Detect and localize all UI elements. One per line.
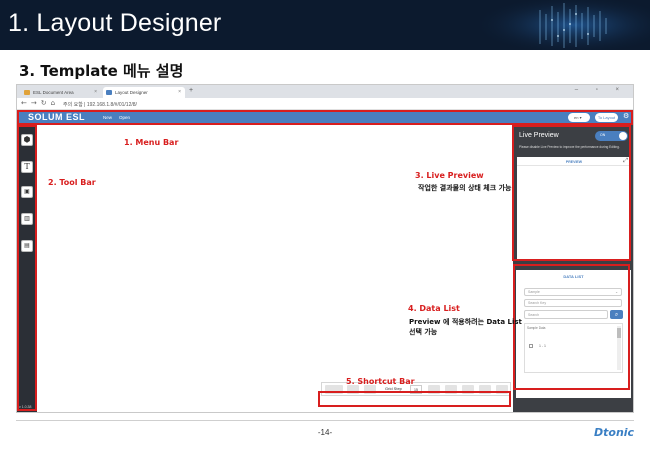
url-field[interactable]: 주의 요함 | 192.168.1.8/#/01/12/8/ [63, 101, 137, 108]
browser-tab-bar: ESL Document Area × Layout Designer × + … [17, 85, 633, 98]
footer-divider [16, 420, 634, 421]
browser-tab-label: Layout Designer [115, 90, 148, 95]
digital-wave-graphic [480, 0, 650, 50]
data-list-description-1: Preview 에 적용하려는 Data List [409, 318, 522, 326]
slide-title: 1. Layout Designer [8, 9, 222, 37]
app-icon [106, 90, 112, 95]
live-preview-callout: 3. Live Preview [415, 171, 484, 180]
menu-bar-highlight [17, 110, 633, 125]
tool-bar-callout: 2. Tool Bar [48, 178, 96, 187]
data-list-callout: 4. Data List [408, 304, 460, 313]
section-heading: 3. Template 메뉴 설명 [19, 62, 184, 80]
shortcut-bar-callout: 5. Shortcut Bar [346, 377, 415, 386]
browser-tab-label: ESL Document Area [33, 90, 74, 95]
close-icon[interactable]: × [94, 89, 97, 95]
tool-bar-highlight [17, 125, 37, 411]
extension-icons[interactable] [511, 101, 627, 116]
data-list-description-2: 선택 가능 [409, 328, 438, 336]
page-icon [24, 90, 30, 95]
dtonic-logo: Dtonic [594, 426, 635, 439]
browser-tab[interactable]: ESL Document Area × [21, 87, 101, 98]
address-bar: ←→↻⌂ 주의 요함 | 192.168.1.8/#/01/12/8/ [17, 98, 633, 116]
live-preview-highlight [512, 125, 631, 261]
window-controls[interactable]: – ▫ × [575, 87, 627, 93]
nav-buttons[interactable]: ←→↻⌂ [21, 99, 59, 107]
browser-tab-active[interactable]: Layout Designer × [103, 87, 185, 98]
data-list-highlight [513, 264, 630, 390]
slide: 1. Layout Designer 3. Template 메뉴 설명 ESL… [0, 0, 650, 450]
new-tab-button[interactable]: + [189, 87, 193, 94]
live-preview-description: 작업한 결과물의 상태 체크 가능 [418, 184, 512, 192]
shortcut-bar-highlight [318, 391, 511, 407]
page-number: -14- [317, 428, 333, 437]
close-icon[interactable]: × [178, 89, 181, 95]
menu-bar-callout: 1. Menu Bar [124, 138, 179, 147]
slide-header: 1. Layout Designer [0, 0, 650, 50]
design-canvas[interactable] [37, 125, 513, 412]
